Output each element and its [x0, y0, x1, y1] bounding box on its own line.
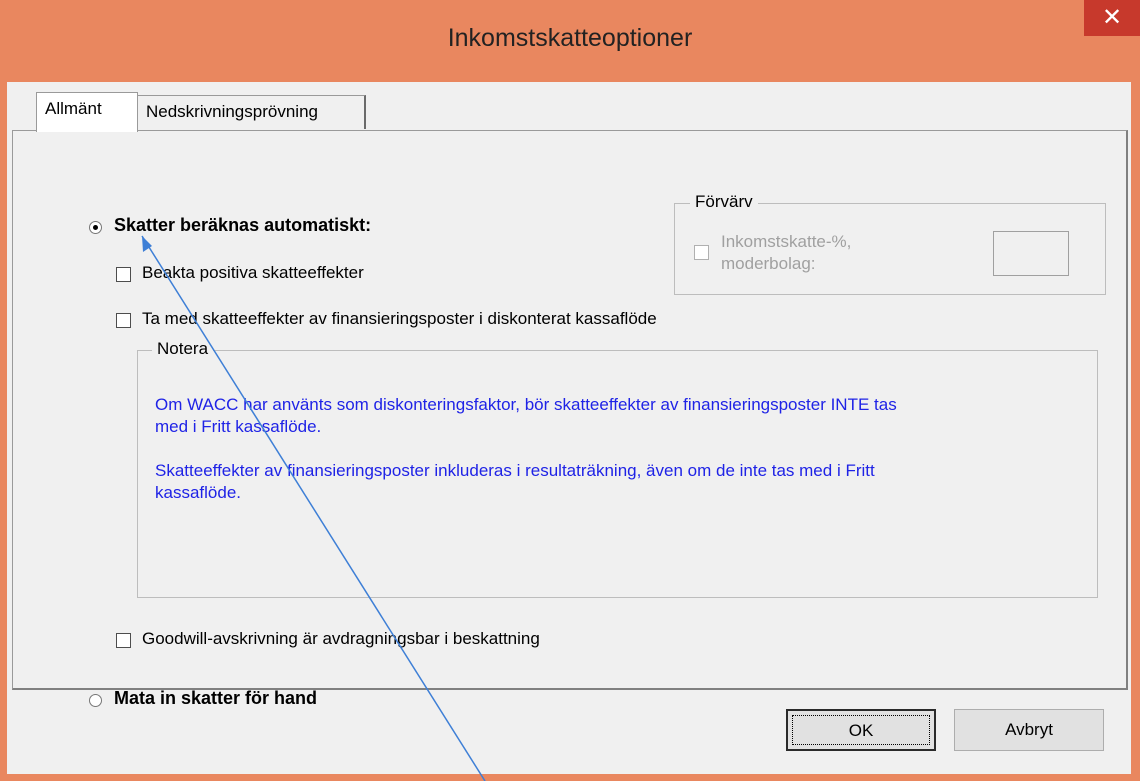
tab-general[interactable]: Allmänt [36, 92, 138, 132]
annotation-arrow-icon [141, 235, 486, 781]
